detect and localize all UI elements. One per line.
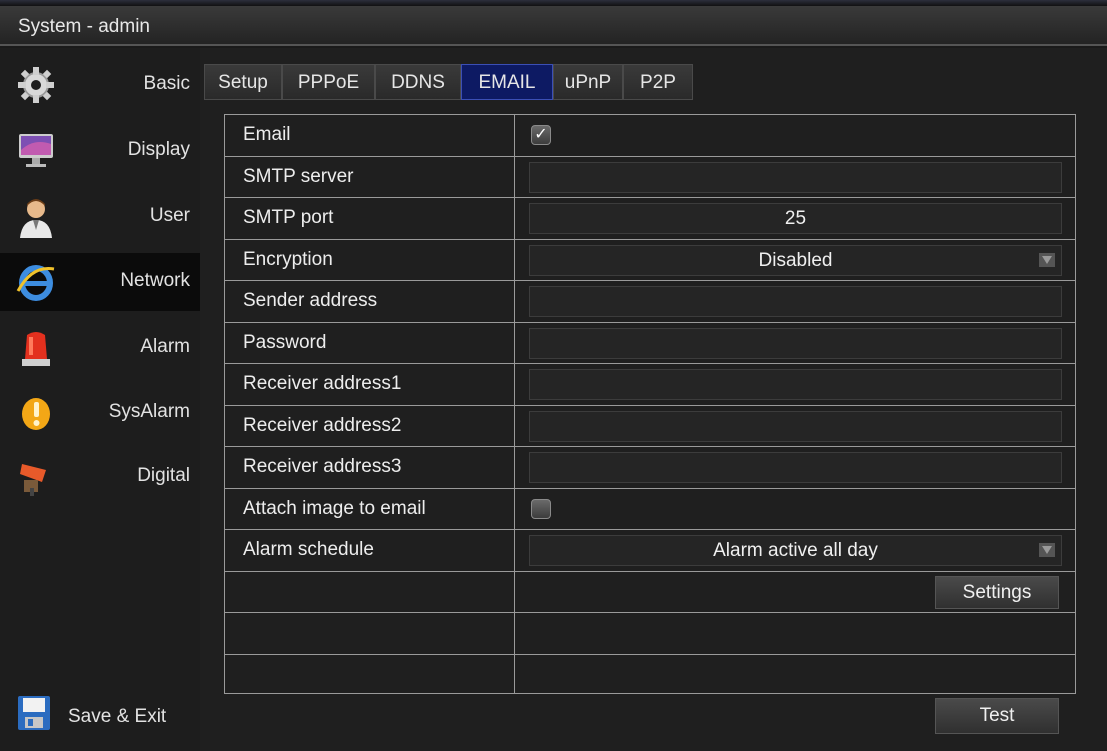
sidebar-item-label: Network [120, 270, 190, 291]
sender-address-label: Sender address [243, 290, 378, 311]
email-label: Email [243, 124, 291, 145]
email-row: Email ✓ [225, 115, 1075, 157]
user-icon [20, 199, 52, 238]
sidebar-item-label: Basic [143, 73, 190, 94]
tab-email[interactable]: EMAIL [461, 64, 553, 100]
receiver-address1-input[interactable] [529, 369, 1062, 400]
gear-icon [18, 67, 54, 103]
attach-image-checkbox[interactable] [531, 498, 551, 519]
settings-row: Settings [225, 572, 1075, 613]
save-exit-button[interactable]: Save & Exit [0, 688, 200, 746]
email-checkbox[interactable]: ✓ [531, 125, 551, 145]
chevron-down-icon [1039, 252, 1055, 267]
encryption-row: Encryption Disabled [225, 240, 1075, 281]
encryption-value: Disabled [758, 249, 833, 271]
tab-setup[interactable]: Setup [204, 64, 282, 100]
sidebar-item-label: User [149, 205, 190, 226]
main-content: Setup PPPoE DDNS EMAIL uPnP P2P Email ✓ … [200, 48, 1107, 751]
settings-button[interactable]: Settings [935, 575, 1059, 609]
sidebar-item-label: SysAlarm [108, 401, 190, 422]
alarm-schedule-value: Alarm active all day [713, 540, 878, 561]
sidebar-item-digital[interactable]: Digital [0, 448, 200, 506]
attach-image-row: Attach image to email [225, 489, 1075, 530]
smtp-server-input[interactable] [529, 161, 1062, 193]
smtp-port-row: SMTP port 25 [225, 198, 1075, 240]
sender-address-row: Sender address [225, 281, 1075, 323]
network-icon [16, 265, 55, 301]
receiver-address3-row: Receiver address3 [225, 447, 1075, 489]
receiver-address2-input[interactable] [529, 410, 1062, 442]
smtp-server-label: SMTP server [243, 165, 354, 187]
sidebar-item-label: Digital [137, 465, 190, 486]
receiver-address2-row: Receiver address2 [225, 406, 1075, 447]
receiver-address3-input[interactable] [529, 452, 1062, 483]
floppy-disk-icon [18, 696, 50, 730]
sidebar-item-label: Alarm [140, 336, 190, 357]
alarm-schedule-row: Alarm schedule Alarm active all day [225, 530, 1075, 572]
save-exit-label: Save & Exit [68, 706, 167, 727]
monitor-icon [19, 134, 53, 167]
sidebar-item-basic[interactable]: Basic [0, 56, 200, 114]
tab-pppoe[interactable]: PPPoE [282, 64, 375, 100]
sidebar-item-display[interactable]: Display [0, 122, 200, 180]
sidebar-item-user[interactable]: User [0, 188, 200, 246]
attach-image-label: Attach image to email [243, 497, 426, 519]
password-input[interactable] [529, 327, 1062, 359]
tab-ddns[interactable]: DDNS [375, 64, 461, 100]
password-label: Password [243, 331, 327, 353]
receiver-address1-row: Receiver address1 [225, 364, 1075, 406]
receiver-address1-label: Receiver address1 [243, 373, 402, 394]
alarm-schedule-dropdown[interactable]: Alarm active all day [529, 535, 1062, 566]
encryption-label: Encryption [243, 248, 333, 270]
tab-p2p[interactable]: P2P [623, 64, 693, 100]
password-row: Password [225, 323, 1075, 364]
smtp-port-input[interactable]: 25 [529, 203, 1062, 234]
sidebar-item-sysalarm[interactable]: SysAlarm [0, 384, 200, 442]
empty-row [225, 655, 1075, 697]
test-button[interactable]: Test [935, 698, 1059, 734]
empty-row [225, 613, 1075, 655]
window-title: System - admin [18, 16, 150, 37]
tab-upnp[interactable]: uPnP [553, 64, 623, 100]
sidebar: Basic Display User Network Alarm SysAlar… [0, 48, 200, 751]
warning-icon [22, 398, 50, 430]
encryption-dropdown[interactable]: Disabled [529, 244, 1062, 276]
alarm-light-icon [22, 332, 50, 366]
receiver-address2-label: Receiver address2 [243, 414, 402, 436]
email-settings-table: Email ✓ SMTP server SMTP port 25 Encrypt… [224, 114, 1076, 694]
smtp-server-row: SMTP server [225, 157, 1075, 198]
title-bar: System - admin [0, 6, 1107, 46]
sidebar-item-alarm[interactable]: Alarm [0, 319, 200, 377]
chevron-down-icon [1039, 543, 1055, 557]
smtp-port-label: SMTP port [243, 207, 334, 228]
sidebar-item-label: Display [127, 139, 190, 160]
camera-icon [20, 464, 46, 496]
sidebar-item-network[interactable]: Network [0, 253, 200, 311]
sender-address-input[interactable] [529, 286, 1062, 317]
system-window: System - admin Basic Display User Networ… [0, 0, 1107, 751]
alarm-schedule-label: Alarm schedule [243, 539, 374, 560]
receiver-address3-label: Receiver address3 [243, 456, 402, 477]
